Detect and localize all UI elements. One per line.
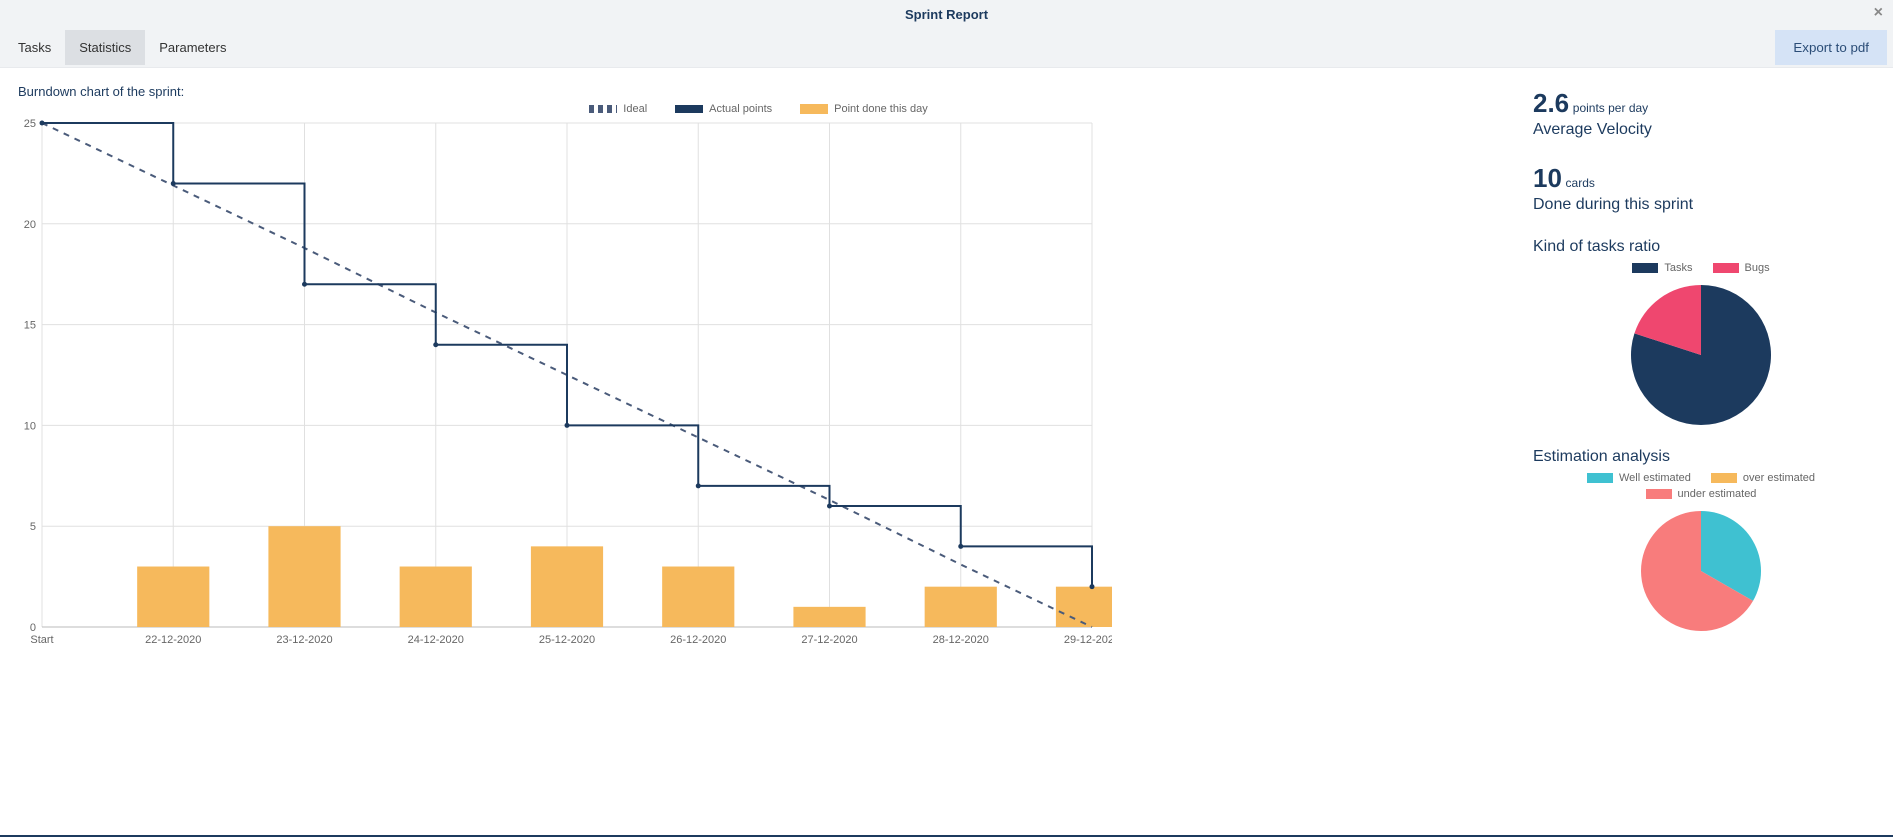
est-legend-well: Well estimated — [1587, 472, 1691, 484]
svg-text:20: 20 — [24, 219, 36, 231]
swatch-ideal — [589, 105, 617, 113]
swatch-over — [1711, 473, 1737, 483]
pie-estimation — [1636, 506, 1766, 636]
tabbar: Tasks Statistics Parameters Export to pd… — [0, 28, 1893, 68]
svg-text:25-12-2020: 25-12-2020 — [539, 634, 595, 646]
tab-statistics[interactable]: Statistics — [65, 30, 145, 65]
velocity-value: 2.6 — [1533, 88, 1569, 118]
svg-text:27-12-2020: 27-12-2020 — [801, 634, 857, 646]
window-titlebar: Sprint Report × — [0, 0, 1893, 28]
swatch-well — [1587, 473, 1613, 483]
svg-text:24-12-2020: 24-12-2020 — [408, 634, 464, 646]
tab-tasks[interactable]: Tasks — [4, 30, 65, 65]
swatch-under — [1646, 489, 1672, 499]
svg-text:28-12-2020: 28-12-2020 — [933, 634, 989, 646]
done-label: Done during this sprint — [1533, 196, 1869, 214]
burndown-title: Burndown chart of the sprint: — [18, 84, 1505, 99]
velocity-label: Average Velocity — [1533, 121, 1869, 139]
svg-text:0: 0 — [30, 622, 36, 634]
svg-text:15: 15 — [24, 320, 36, 332]
legend-ideal-label: Ideal — [623, 103, 647, 115]
est-legend-under: under estimated — [1646, 488, 1757, 500]
export-pdf-button[interactable]: Export to pdf — [1775, 30, 1887, 65]
est-legend-under-label: under estimated — [1678, 488, 1757, 500]
swatch-actual — [675, 105, 703, 113]
est-legend-over-label: over estimated — [1743, 472, 1815, 484]
sidebar: 2.6 points per day Average Velocity 10 c… — [1513, 78, 1893, 660]
burndown-chart-area: Burndown chart of the sprint: Ideal Actu… — [4, 78, 1513, 660]
est-title: Estimation analysis — [1533, 448, 1869, 466]
svg-text:23-12-2020: 23-12-2020 — [276, 634, 332, 646]
legend-actual: Actual points — [675, 103, 772, 115]
svg-text:25: 25 — [24, 118, 36, 130]
ratio-legend-tasks-label: Tasks — [1664, 262, 1692, 274]
legend-bars: Point done this day — [800, 103, 928, 115]
legend-bars-label: Point done this day — [834, 103, 928, 115]
ratio-legend-tasks: Tasks — [1632, 262, 1692, 274]
stat-done: 10 cards Done during this sprint — [1533, 163, 1869, 214]
svg-text:10: 10 — [24, 420, 36, 432]
svg-text:22-12-2020: 22-12-2020 — [145, 634, 201, 646]
est-legend-over: over estimated — [1711, 472, 1815, 484]
svg-text:29-12-2020: 29-12-2020 — [1064, 634, 1112, 646]
main-content: Burndown chart of the sprint: Ideal Actu… — [0, 68, 1893, 660]
window-title: Sprint Report — [905, 7, 988, 22]
swatch-tasks — [1632, 263, 1658, 273]
ratio-legend-bugs-label: Bugs — [1745, 262, 1770, 274]
swatch-bugs — [1713, 263, 1739, 273]
close-icon[interactable]: × — [1874, 4, 1883, 22]
svg-text:Start: Start — [30, 634, 53, 646]
done-unit: cards — [1566, 176, 1595, 190]
velocity-unit: points per day — [1573, 101, 1648, 115]
svg-text:26-12-2020: 26-12-2020 — [670, 634, 726, 646]
swatch-bars — [800, 104, 828, 114]
stat-velocity: 2.6 points per day Average Velocity — [1533, 88, 1869, 139]
burndown-legend: Ideal Actual points Point done this day — [12, 103, 1505, 115]
ratio-title: Kind of tasks ratio — [1533, 238, 1869, 256]
ratio-legend: Tasks Bugs — [1533, 262, 1869, 274]
legend-ideal: Ideal — [589, 103, 647, 115]
done-value: 10 — [1533, 163, 1562, 193]
est-legend: Well estimated over estimated under esti… — [1533, 472, 1869, 500]
tab-parameters[interactable]: Parameters — [145, 30, 240, 65]
svg-text:5: 5 — [30, 521, 36, 533]
burndown-chart: 0 5 10 15 20 25 Start 22-12-2020 23-12-2020 24-12… — [12, 117, 1112, 657]
pie-ratio — [1626, 280, 1776, 430]
legend-actual-label: Actual points — [709, 103, 772, 115]
ratio-legend-bugs: Bugs — [1713, 262, 1770, 274]
est-legend-well-label: Well estimated — [1619, 472, 1691, 484]
